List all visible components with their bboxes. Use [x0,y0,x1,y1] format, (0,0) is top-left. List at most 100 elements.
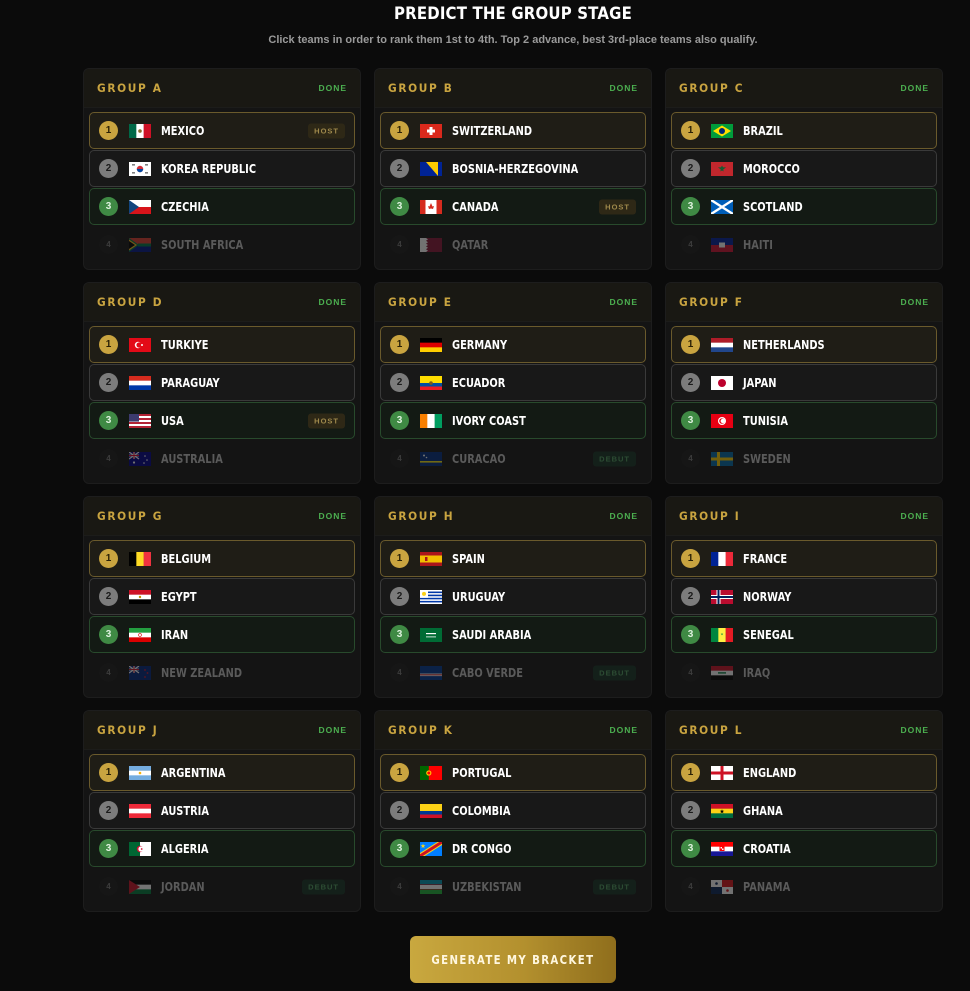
team-row-qatar[interactable]: 4 QATAR [380,226,646,263]
team-name: CURACAO [452,451,506,466]
team-row-belgium[interactable]: 1 BELGIUM [89,540,355,577]
rank-badge: 1 [681,335,700,354]
generate-bracket-button[interactable]: GENERATE MY BRACKET [410,936,616,983]
team-row-switzerland[interactable]: 1 SWITZERLAND [380,112,646,149]
team-row-paraguay[interactable]: 2 PARAGUAY [89,364,355,401]
team-name: CZECHIA [161,199,209,214]
team-list: 1 BELGIUM 2 EGYPT 3 IRAN 4 NEW ZEALAND [84,536,360,691]
australia-flag-icon [129,451,151,466]
rank-badge: 3 [99,625,118,644]
rank-badge: 1 [681,549,700,568]
team-row-curacao[interactable]: 4 CURACAO DEBUT [380,440,646,477]
team-row-morocco[interactable]: 2 MOROCCO [671,150,937,187]
rank-badge: 4 [681,449,700,468]
team-row-germany[interactable]: 1 GERMANY [380,326,646,363]
rank-badge: 1 [390,335,409,354]
group-card: GROUP I DONE 1 FRANCE 2 NORWAY 3 SENEGAL… [665,496,943,698]
brazil-flag-icon [711,123,733,138]
team-row-panama[interactable]: 4 PANAMA [671,868,937,905]
team-row-ghana[interactable]: 2 GHANA [671,792,937,829]
team-row-jordan[interactable]: 4 JORDAN DEBUT [89,868,355,905]
team-row-haiti[interactable]: 4 HAITI [671,226,937,263]
team-row-korea-republic[interactable]: 2 KOREA REPUBLIC [89,150,355,187]
panama-flag-icon [711,879,733,894]
saudi-arabia-flag-icon [420,627,442,642]
team-row-portugal[interactable]: 1 PORTUGAL [380,754,646,791]
team-row-argentina[interactable]: 1 ARGENTINA [89,754,355,791]
team-row-brazil[interactable]: 1 BRAZIL [671,112,937,149]
team-name: QATAR [452,237,489,252]
team-row-spain[interactable]: 1 SPAIN [380,540,646,577]
team-name: AUSTRALIA [161,451,223,466]
team-row-turkiye[interactable]: 1 TURKIYE [89,326,355,363]
bosnia-flag-icon [420,161,442,176]
team-row-bosnia-herzegovina[interactable]: 2 BOSNIA-HERZEGOVINA [380,150,646,187]
team-name: CABO VERDE [452,665,523,680]
rank-badge: 1 [99,121,118,140]
team-row-netherlands[interactable]: 1 NETHERLANDS [671,326,937,363]
rank-badge: 1 [99,763,118,782]
rank-badge: 2 [390,373,409,392]
team-row-scotland[interactable]: 3 SCOTLAND [671,188,937,225]
team-name: KOREA REPUBLIC [161,161,257,176]
group-header: GROUP F DONE [666,283,942,322]
team-row-norway[interactable]: 2 NORWAY [671,578,937,615]
iran-flag-icon [129,627,151,642]
team-row-ivory-coast[interactable]: 3 IVORY COAST [380,402,646,439]
rank-badge: 3 [390,839,409,858]
group-name-k: GROUP K [388,723,454,737]
group-header: GROUP B DONE [375,69,651,108]
team-row-iran[interactable]: 3 IRAN [89,616,355,653]
team-row-iraq[interactable]: 4 IRAQ [671,654,937,691]
dr-congo-flag-icon [420,841,442,856]
group-card: GROUP E DONE 1 GERMANY 2 ECUADOR 3 IVORY… [374,282,652,484]
group-name-d: GROUP D [97,295,164,309]
czechia-flag-icon [129,199,151,214]
team-row-dr-congo[interactable]: 3 DR CONGO [380,830,646,867]
team-name: ECUADOR [452,375,506,390]
debut-badge: DEBUT [593,665,636,680]
team-row-algeria[interactable]: 3 ALGERIA [89,830,355,867]
netherlands-flag-icon [711,337,733,352]
team-name: TURKIYE [161,337,209,352]
team-list: 1 GERMANY 2 ECUADOR 3 IVORY COAST 4 CURA… [375,322,651,477]
debut-badge: DEBUT [302,879,345,894]
team-row-uzbekistan[interactable]: 4 UZBEKISTAN DEBUT [380,868,646,905]
team-row-ecuador[interactable]: 2 ECUADOR [380,364,646,401]
team-row-mexico[interactable]: 1 MEXICO HOST [89,112,355,149]
team-row-saudi-arabia[interactable]: 3 SAUDI ARABIA [380,616,646,653]
team-row-uruguay[interactable]: 2 URUGUAY [380,578,646,615]
group-card: GROUP K DONE 1 PORTUGAL 2 COLOMBIA 3 DR … [374,710,652,912]
team-row-czechia[interactable]: 3 CZECHIA [89,188,355,225]
team-row-south-africa[interactable]: 4 SOUTH AFRICA [89,226,355,263]
team-row-colombia[interactable]: 2 COLOMBIA [380,792,646,829]
team-name: AUSTRIA [161,803,209,818]
team-row-australia[interactable]: 4 AUSTRALIA [89,440,355,477]
team-row-england[interactable]: 1 ENGLAND [671,754,937,791]
team-row-cabo-verde[interactable]: 4 CABO VERDE DEBUT [380,654,646,691]
group-card: GROUP B DONE 1 SWITZERLAND 2 BOSNIA-HERZ… [374,68,652,270]
team-name: JAPAN [743,375,777,390]
group-card: GROUP A DONE 1 MEXICO HOST 2 KOREA REPUBL… [83,68,361,270]
team-name: CANADA [452,199,499,214]
team-name: BELGIUM [161,551,212,566]
team-row-croatia[interactable]: 3 CROATIA [671,830,937,867]
team-row-senegal[interactable]: 3 SENEGAL [671,616,937,653]
group-status-badge: DONE [900,725,929,735]
team-row-japan[interactable]: 2 JAPAN [671,364,937,401]
group-header: GROUP D DONE [84,283,360,322]
team-row-new-zealand[interactable]: 4 NEW ZEALAND [89,654,355,691]
team-name: SPAIN [452,551,485,566]
rank-badge: 4 [681,877,700,896]
team-name: SENEGAL [743,627,794,642]
team-row-egypt[interactable]: 2 EGYPT [89,578,355,615]
rank-badge: 4 [390,877,409,896]
team-row-canada[interactable]: 3 CANADA HOST [380,188,646,225]
team-row-sweden[interactable]: 4 SWEDEN [671,440,937,477]
team-row-tunisia[interactable]: 3 TUNISIA [671,402,937,439]
team-row-france[interactable]: 1 FRANCE [671,540,937,577]
rank-badge: 3 [681,625,700,644]
team-row-austria[interactable]: 2 AUSTRIA [89,792,355,829]
group-card: GROUP D DONE 1 TURKIYE 2 PARAGUAY 3 USA H… [83,282,361,484]
team-row-usa[interactable]: 3 USA HOST [89,402,355,439]
